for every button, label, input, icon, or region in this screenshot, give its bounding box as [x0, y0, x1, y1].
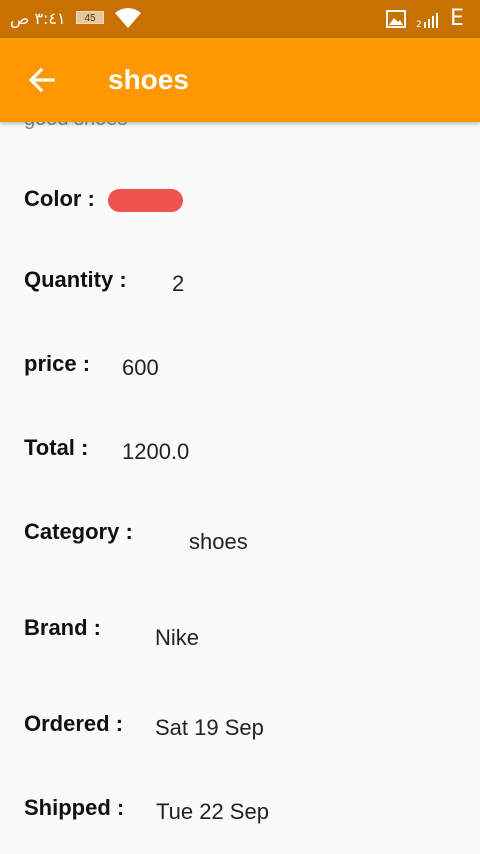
ordered-value: Sat 19 Sep — [155, 715, 264, 740]
product-description: good shoes — [24, 122, 127, 131]
ordered-label: Ordered : — [24, 711, 124, 736]
brand-value: Nike — [155, 625, 200, 650]
quantity-value: 2 — [172, 271, 185, 296]
app-bar: shoes — [0, 38, 480, 122]
brand-label: Brand : — [24, 615, 101, 640]
quantity-label: Quantity : — [24, 267, 127, 292]
color-label: Color : — [24, 186, 95, 211]
order-details[interactable]: good shoes Color : Quantity : 2 price : … — [0, 122, 480, 854]
shipped-value: Tue 22 Sep — [156, 799, 269, 824]
svg-text:2: 2 — [416, 20, 422, 28]
back-button[interactable] — [26, 66, 58, 94]
total-label: Total : — [24, 435, 89, 460]
gallery-icon — [386, 10, 406, 33]
signal-icon: 2 — [416, 12, 440, 33]
price-label: price : — [24, 351, 91, 376]
arrow-left-icon — [28, 67, 55, 93]
category-value: shoes — [189, 529, 248, 554]
total-value: 1200.0 — [122, 439, 190, 464]
battery-icon: 45 — [76, 11, 104, 24]
price-value: 600 — [122, 355, 159, 380]
shipped-label: Shipped : — [24, 795, 125, 820]
color-swatch — [108, 189, 183, 212]
clock: ٣:٤١ ص — [10, 9, 66, 28]
wifi-icon — [114, 7, 142, 34]
category-label: Category : — [24, 519, 133, 544]
network-type: E — [450, 6, 464, 31]
status-bar: ٣:٤١ ص 45 2 E — [0, 0, 480, 38]
page-title: shoes — [108, 64, 189, 95]
